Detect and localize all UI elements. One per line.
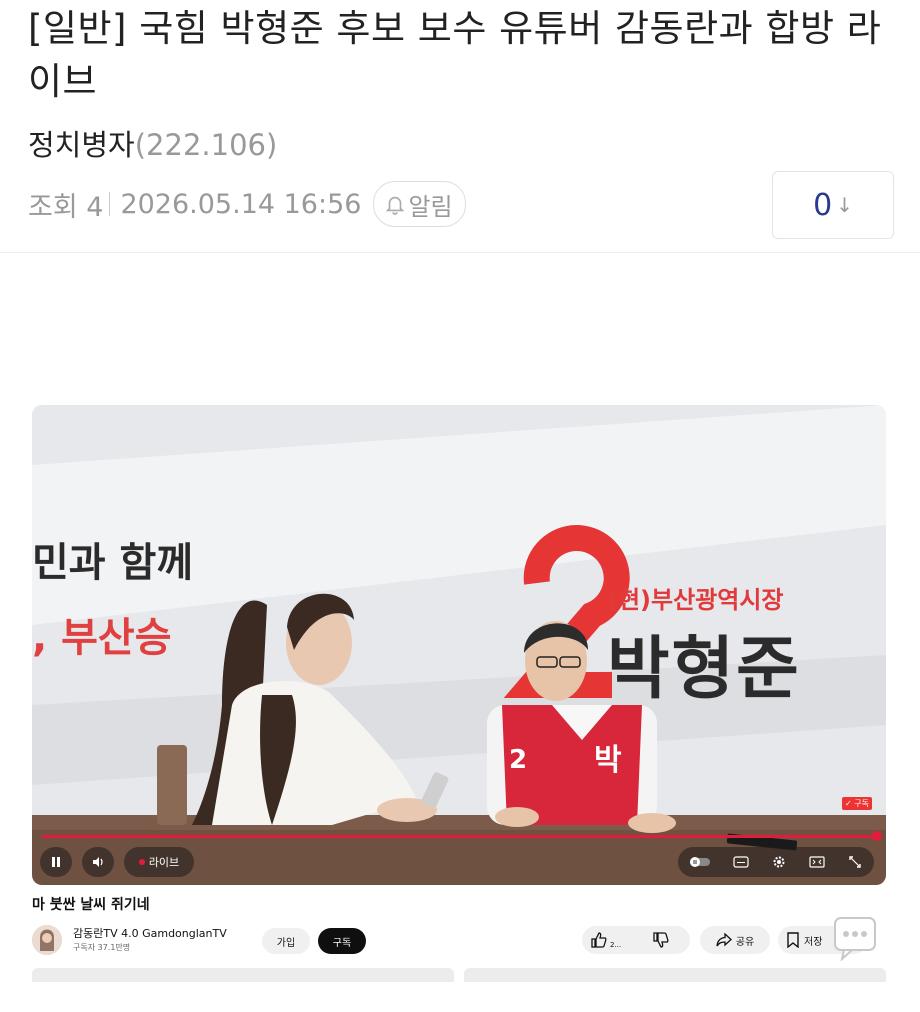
autoplay-toggle-icon[interactable]	[689, 856, 710, 868]
progress-handle[interactable]	[872, 831, 882, 841]
banner-text-left-2: , 부산승	[32, 615, 172, 661]
thumbs-up-icon[interactable]	[590, 931, 608, 949]
subscribe-badge: ✓ 구독	[842, 797, 872, 810]
post-title: [일반] 국힘 박형준 후보 보수 유튜버 감동란과 합방 라이브	[28, 7, 882, 103]
channel-subscribers: 구독자 37.1만명	[73, 943, 131, 952]
related-card-left	[32, 968, 454, 982]
subscribe-button[interactable]: 구독	[318, 928, 366, 954]
captions-icon[interactable]	[733, 856, 749, 868]
live-button[interactable]: 라이브	[124, 847, 194, 877]
header-divider	[0, 252, 920, 253]
volume-icon	[93, 857, 103, 867]
banner-name: 박형준	[607, 630, 801, 709]
author-line[interactable]: 정치병자(222.106)	[28, 122, 277, 164]
share-icon	[716, 933, 732, 947]
share-label: 공유	[735, 936, 755, 948]
video-progress-bar[interactable]	[42, 835, 878, 838]
theater-mode-icon[interactable]	[809, 856, 825, 868]
like-dislike-group: 2...	[582, 926, 690, 954]
vest-text: 박	[594, 743, 622, 778]
share-button[interactable]: 공유	[700, 926, 770, 954]
save-label: 저장	[804, 936, 823, 948]
author-name[interactable]: 정치병자	[28, 128, 135, 162]
post-datetime: 2026.05.14 16:56	[120, 188, 362, 220]
live-label: 라이브	[148, 856, 180, 869]
view-count: 조회 4	[28, 191, 104, 223]
recommend-count: 0	[813, 187, 833, 223]
video-settings-bar	[678, 847, 874, 877]
volume-button[interactable]	[82, 847, 114, 877]
down-arrow-icon: ↓	[836, 193, 853, 217]
gear-icon[interactable]	[772, 855, 786, 869]
live-dot-icon	[138, 859, 145, 865]
bookmark-icon	[787, 932, 799, 948]
join-button[interactable]: 가입	[262, 928, 310, 954]
banner-text-left-1: 민과 함께	[32, 540, 194, 586]
meta-divider	[109, 192, 111, 216]
banner-subtitle: (현)부산광역시장	[607, 586, 784, 614]
fullscreen-icon[interactable]	[848, 855, 862, 869]
pause-button[interactable]	[40, 847, 72, 877]
comment-bubble-icon[interactable]	[832, 915, 878, 961]
related-card-right	[464, 968, 886, 982]
like-count: 2...	[610, 941, 622, 949]
author-count: (222.106)	[134, 128, 278, 162]
bell-icon	[386, 196, 405, 215]
channel-avatar[interactable]	[32, 925, 62, 955]
video-title: 마 붓싼 날씨 쥐기네	[32, 897, 150, 913]
alarm-label: 알림	[408, 192, 453, 221]
post-meta: 조회 4 2026.05.14 16:56 알림	[28, 181, 466, 227]
alarm-button[interactable]: 알림	[373, 181, 466, 227]
embedded-video-screenshot[interactable]: 민과 함께 , 부산승 (현)부산광역시장 박형준 2 박 ✓ 구독 라이브	[32, 405, 886, 885]
pause-icon	[52, 857, 60, 867]
thumbs-down-icon[interactable]	[652, 931, 670, 949]
recommend-button[interactable]: 0 ↓	[772, 171, 894, 239]
channel-name[interactable]: 감동란TV 4.0 GamdonglanTV	[73, 925, 227, 941]
vest-number: 2	[509, 745, 528, 775]
